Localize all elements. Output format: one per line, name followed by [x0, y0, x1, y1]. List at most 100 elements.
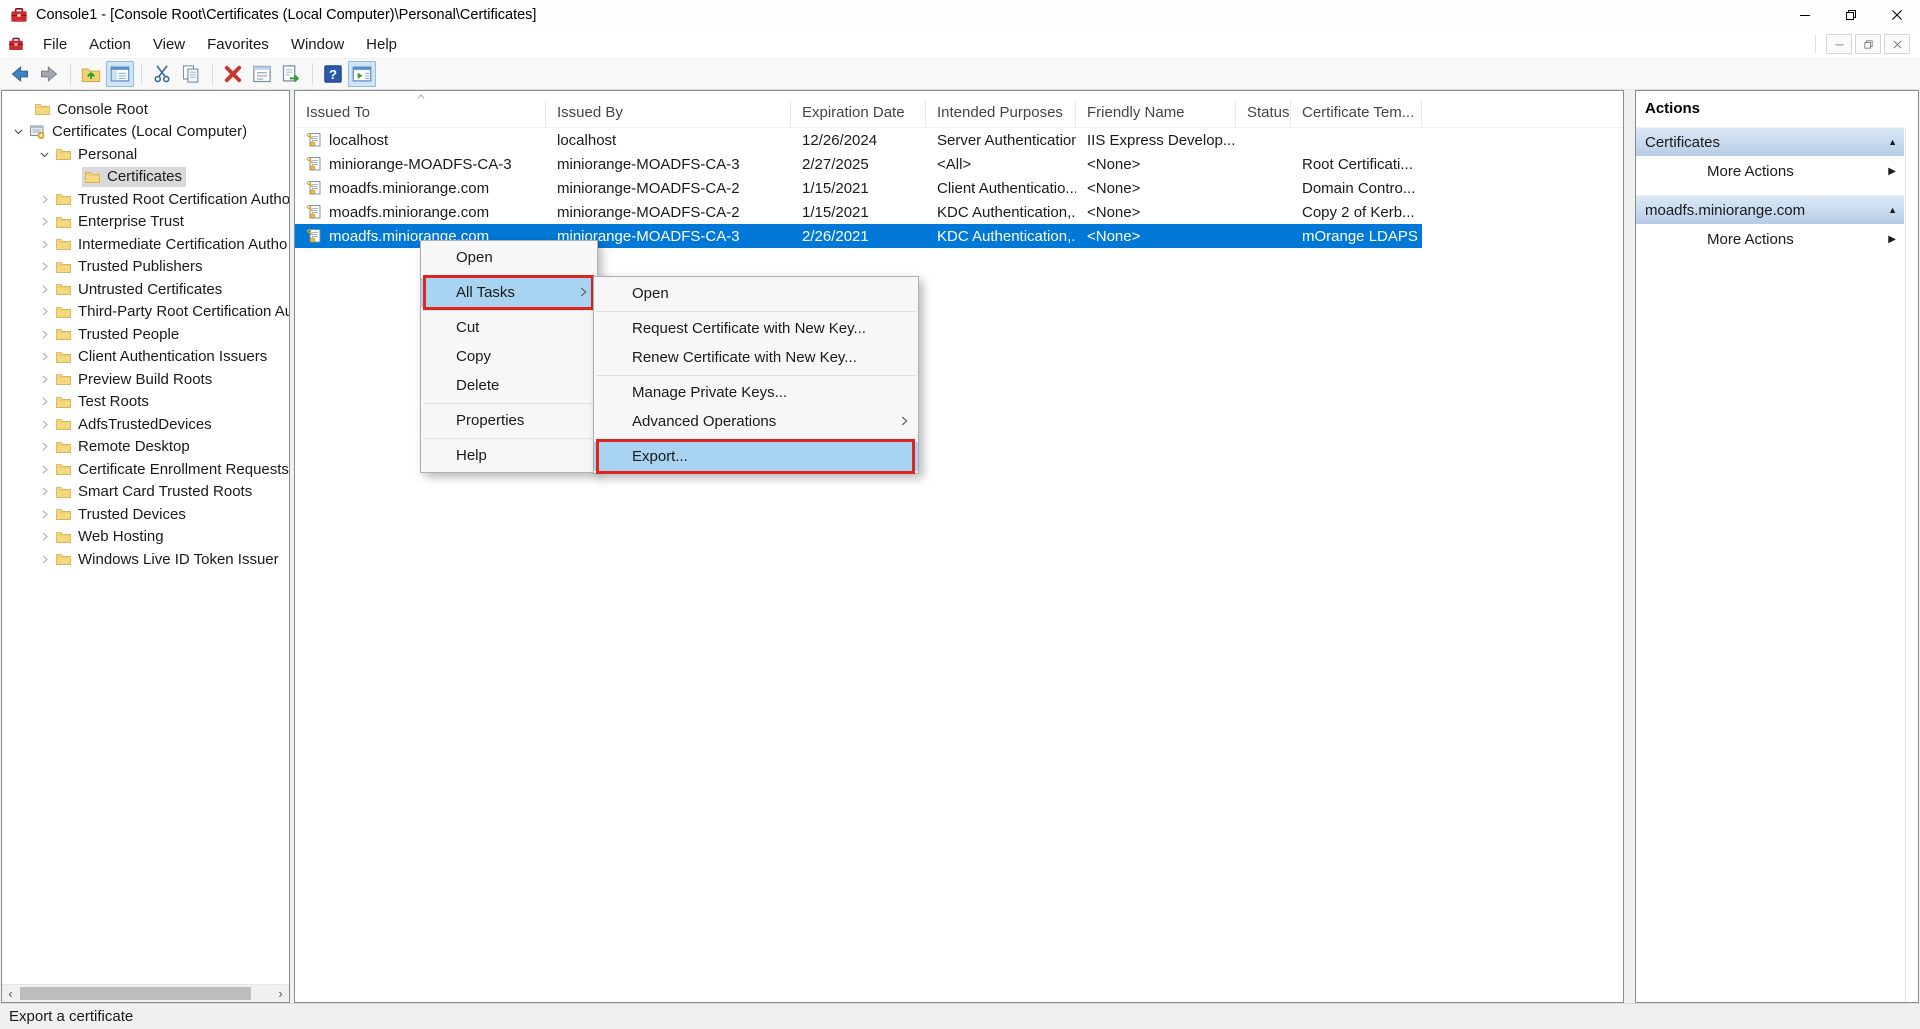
menu-favorites[interactable]: Favorites: [196, 32, 280, 57]
window-restore-button[interactable]: [1828, 0, 1874, 30]
chevron-right-icon[interactable]: [36, 529, 53, 545]
context-menu-item-copy[interactable]: Copy: [421, 342, 597, 371]
window-close-button[interactable]: [1874, 0, 1920, 30]
menu-file[interactable]: File: [32, 32, 78, 57]
tree-item-intermediate-certification-autho[interactable]: Intermediate Certification Autho: [2, 233, 289, 256]
certificate-row[interactable]: miniorange-MOADFS-CA-3miniorange-MOADFS-…: [295, 152, 1422, 176]
up-one-level-button[interactable]: [77, 61, 105, 87]
tree-item-certificates[interactable]: Certificates: [2, 166, 289, 189]
chevron-right-icon[interactable]: [36, 371, 53, 387]
submenu-item-advanced-operations[interactable]: Advanced Operations: [594, 407, 918, 436]
tree-item-trusted-publishers[interactable]: Trusted Publishers: [2, 256, 289, 279]
list-header: Issued ToIssued ByExpiration DateIntende…: [295, 91, 1623, 128]
submenu-item-export[interactable]: Export...: [594, 442, 918, 471]
tree-item-web-hosting[interactable]: Web Hosting: [2, 526, 289, 549]
mdi-minimize-button[interactable]: [1826, 34, 1852, 54]
context-menu-item-open[interactable]: Open: [421, 243, 597, 272]
tree-item-trusted-root-certification-autho[interactable]: Trusted Root Certification Autho: [2, 188, 289, 211]
chevron-right-icon[interactable]: [36, 326, 53, 342]
tree-item-enterprise-trust[interactable]: Enterprise Trust: [2, 211, 289, 234]
context-menu-item-properties[interactable]: Properties: [421, 406, 597, 435]
mdi-close-button[interactable]: [1884, 34, 1910, 54]
column-header-intended-purposes[interactable]: Intended Purposes: [926, 100, 1076, 127]
tree-item-windows-live-id-token-issuer[interactable]: Windows Live ID Token Issuer: [2, 548, 289, 571]
scroll-thumb[interactable]: [20, 987, 251, 1000]
tree-item-third-party-root-certification-au[interactable]: Third-Party Root Certification Au: [2, 301, 289, 324]
tree-item-preview-build-roots[interactable]: Preview Build Roots: [2, 368, 289, 391]
chevron-right-icon[interactable]: [36, 506, 53, 522]
menu-window[interactable]: Window: [280, 32, 355, 57]
tree-item-certificates-local-computer[interactable]: Certificates (Local Computer): [2, 121, 289, 144]
tree-item-adfstrusteddevices[interactable]: AdfsTrustedDevices: [2, 413, 289, 436]
submenu-item-request-certificate-with-new-key[interactable]: Request Certificate with New Key...: [594, 314, 918, 343]
mdi-restore-button[interactable]: [1855, 34, 1881, 54]
chevron-right-icon[interactable]: [36, 461, 53, 477]
submenu-item-open[interactable]: Open: [594, 279, 918, 308]
more-actions-item[interactable]: More Actions▶: [1636, 224, 1904, 254]
tree-item-remote-desktop[interactable]: Remote Desktop: [2, 436, 289, 459]
certificate-row[interactable]: moadfs.miniorange.comminiorange-MOADFS-C…: [295, 176, 1422, 200]
chevron-right-icon[interactable]: [36, 349, 53, 365]
chevron-up-icon[interactable]: ▲: [1888, 205, 1897, 215]
chevron-down-icon[interactable]: [10, 124, 27, 140]
menu-action[interactable]: Action: [78, 32, 142, 57]
show-hide-console-tree-button[interactable]: [106, 61, 134, 87]
column-header-issued-to[interactable]: Issued To: [295, 100, 546, 127]
tree-item-client-authentication-issuers[interactable]: Client Authentication Issuers: [2, 346, 289, 369]
tree-item-trusted-devices[interactable]: Trusted Devices: [2, 503, 289, 526]
show-hide-action-pane-button[interactable]: [348, 61, 376, 87]
tree-item-smart-card-trusted-roots[interactable]: Smart Card Trusted Roots: [2, 481, 289, 504]
menu-view[interactable]: View: [142, 32, 196, 57]
menu-help[interactable]: Help: [355, 32, 408, 57]
column-header-expiration-date[interactable]: Expiration Date: [791, 100, 926, 127]
column-header-friendly-name[interactable]: Friendly Name: [1076, 100, 1236, 127]
chevron-right-icon[interactable]: [36, 236, 53, 252]
tree-item-trusted-people[interactable]: Trusted People: [2, 323, 289, 346]
context-menu-item-delete[interactable]: Delete: [421, 371, 597, 400]
chevron-right-icon[interactable]: [36, 281, 53, 297]
chevron-right-icon[interactable]: [36, 259, 53, 275]
chevron-right-icon[interactable]: [36, 439, 53, 455]
chevron-right-icon[interactable]: [36, 394, 53, 410]
actions-panel-scrollbar[interactable]: [1905, 127, 1918, 1002]
window-minimize-button[interactable]: [1782, 0, 1828, 30]
tree-item-certificate-enrollment-requests[interactable]: Certificate Enrollment Requests: [2, 458, 289, 481]
chevron-right-icon[interactable]: [36, 416, 53, 432]
actions-section-header-certificates[interactable]: Certificates▲: [1636, 127, 1904, 156]
submenu-item-renew-certificate-with-new-key[interactable]: Renew Certificate with New Key...: [594, 343, 918, 372]
copy-button[interactable]: [177, 61, 205, 87]
cut-button[interactable]: [148, 61, 176, 87]
context-menu-item-help[interactable]: Help: [421, 441, 597, 470]
properties-button[interactable]: [248, 61, 276, 87]
chevron-right-icon[interactable]: [36, 214, 53, 230]
tree-item-personal[interactable]: Personal: [2, 143, 289, 166]
tree-item-untrusted-certificates[interactable]: Untrusted Certificates: [2, 278, 289, 301]
column-header-certificate-tem[interactable]: Certificate Tem...: [1291, 100, 1422, 127]
chevron-up-icon[interactable]: ▲: [1888, 137, 1897, 147]
context-menu-item-cut[interactable]: Cut: [421, 313, 597, 342]
export-list-button[interactable]: [277, 61, 305, 87]
certificate-row[interactable]: localhostlocalhost12/26/2024Server Authe…: [295, 128, 1422, 152]
back-button[interactable]: [6, 61, 34, 87]
more-actions-item[interactable]: More Actions▶: [1636, 156, 1904, 186]
context-menu-item-all-tasks[interactable]: All Tasks: [421, 278, 597, 307]
chevron-right-icon[interactable]: [36, 484, 53, 500]
column-header-status[interactable]: Status: [1236, 100, 1291, 127]
tree-item-console-root[interactable]: Console Root: [2, 98, 289, 121]
column-header-issued-by[interactable]: Issued By: [546, 100, 791, 127]
scroll-right-arrow[interactable]: ›: [272, 985, 289, 1002]
delete-button[interactable]: [219, 61, 247, 87]
scroll-left-arrow[interactable]: ‹: [2, 985, 19, 1002]
chevron-right-icon[interactable]: [36, 551, 53, 567]
actions-section-header-moadfs-miniorange-com[interactable]: moadfs.miniorange.com▲: [1636, 195, 1904, 224]
tree-item-test-roots[interactable]: Test Roots: [2, 391, 289, 414]
forward-button[interactable]: [35, 61, 63, 87]
certificate-row[interactable]: moadfs.miniorange.comminiorange-MOADFS-C…: [295, 200, 1422, 224]
cell-text: Root Certificati...: [1302, 156, 1413, 173]
chevron-right-icon[interactable]: [36, 304, 53, 320]
help-button[interactable]: [319, 61, 347, 87]
chevron-right-icon[interactable]: [36, 191, 53, 207]
tree-horizontal-scrollbar[interactable]: ‹›: [2, 984, 289, 1002]
chevron-down-icon[interactable]: [36, 146, 53, 162]
submenu-item-manage-private-keys[interactable]: Manage Private Keys...: [594, 378, 918, 407]
